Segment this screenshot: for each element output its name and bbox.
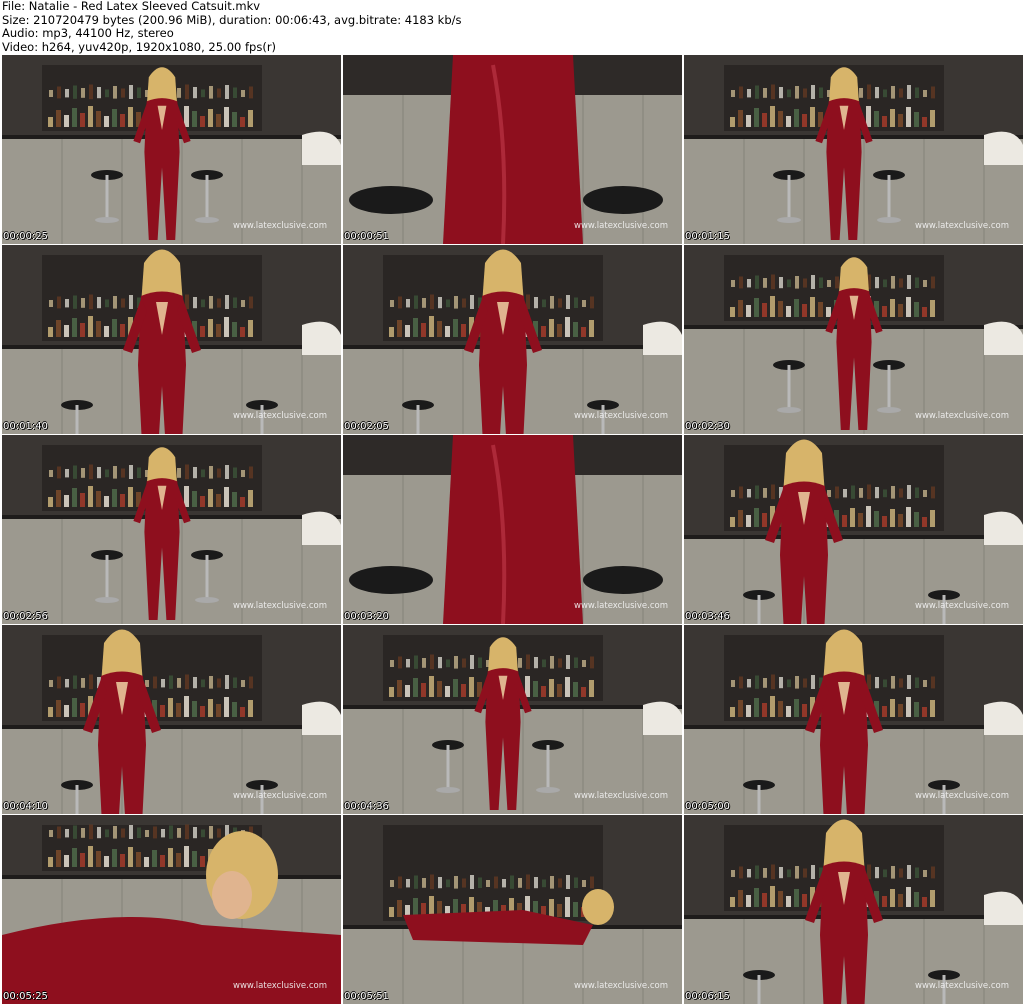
watermark: www.latexclusive.com: [574, 601, 668, 611]
thumbnail-image: [343, 55, 682, 244]
video-thumbnail: www.latexclusive.com 00:01:15: [684, 55, 1023, 244]
thumbnail-image: [684, 55, 1023, 244]
thumbnail-image: [684, 625, 1023, 814]
timestamp: 00:00:51: [344, 231, 389, 242]
timestamp: 00:04:10: [3, 801, 48, 812]
watermark: www.latexclusive.com: [915, 411, 1009, 421]
timestamp: 00:05:25: [3, 991, 48, 1002]
video-info: Video: h264, yuv420p, 1920x1080, 25.00 f…: [2, 39, 277, 54]
timestamp: 00:03:20: [344, 611, 389, 622]
file-name: File: Natalie - Red Latex Sleeved Catsui…: [2, 0, 261, 13]
timestamp: 00:05:00: [685, 801, 730, 812]
thumbnail-image: [343, 625, 682, 814]
timestamp: 00:01:15: [685, 231, 730, 242]
thumbnail-grid: www.latexclusive.com 00:00:25 www.latexclu…: [2, 55, 1023, 1005]
watermark: www.latexclusive.com: [574, 411, 668, 421]
timestamp: 00:04:36: [344, 801, 389, 812]
watermark: www.latexclusive.com: [915, 221, 1009, 231]
video-thumbnail: www.latexclusive.com 00:04:36: [343, 625, 682, 814]
thumbnail-image: [684, 435, 1023, 624]
thumbnail-image: [2, 815, 341, 1004]
thumbnail-image: [2, 245, 341, 434]
video-thumbnail: www.latexclusive.com 00:06:15: [684, 815, 1023, 1004]
video-thumbnail: www.latexclusive.com 00:05:25: [2, 815, 341, 1004]
timestamp: 00:01:40: [3, 421, 48, 432]
watermark: www.latexclusive.com: [574, 221, 668, 231]
thumbnail-image: [343, 245, 682, 434]
timestamp: 00:02:05: [344, 421, 389, 432]
timestamp: 00:05:51: [344, 991, 389, 1002]
video-thumbnail: www.latexclusive.com 00:02:56: [2, 435, 341, 624]
thumbnail-image: [2, 435, 341, 624]
thumbnail-image: [2, 625, 341, 814]
timestamp: 00:02:56: [3, 611, 48, 622]
watermark: www.latexclusive.com: [233, 601, 327, 611]
watermark: www.latexclusive.com: [915, 601, 1009, 611]
video-thumbnail: www.latexclusive.com 00:05:51: [343, 815, 682, 1004]
watermark: www.latexclusive.com: [233, 411, 327, 421]
watermark: www.latexclusive.com: [574, 981, 668, 991]
video-thumbnail: www.latexclusive.com 00:00:25: [2, 55, 341, 244]
watermark: www.latexclusive.com: [233, 981, 327, 991]
timestamp: 00:03:46: [685, 611, 730, 622]
audio-info: Audio: mp3, 44100 Hz, stereo: [2, 26, 174, 40]
thumbnail-image: [684, 245, 1023, 434]
watermark: www.latexclusive.com: [915, 981, 1009, 991]
thumbnail-image: [684, 815, 1023, 1004]
watermark: www.latexclusive.com: [233, 221, 327, 231]
file-info-header: File: Natalie - Red Latex Sleeved Catsui…: [2, 0, 1022, 54]
watermark: www.latexclusive.com: [233, 791, 327, 801]
thumbnail-image: [2, 55, 341, 244]
video-thumbnail: www.latexclusive.com 00:01:40: [2, 245, 341, 434]
file-size-info: Size: 210720479 bytes (200.96 MiB), dura…: [2, 12, 462, 27]
video-thumbnail: www.latexclusive.com 00:00:51: [343, 55, 682, 244]
video-thumbnail: www.latexclusive.com 00:04:10: [2, 625, 341, 814]
video-thumbnail: www.latexclusive.com 00:02:05: [343, 245, 682, 434]
video-thumbnail: www.latexclusive.com 00:02:30: [684, 245, 1023, 434]
video-thumbnail: www.latexclusive.com 00:03:20: [343, 435, 682, 624]
timestamp: 00:02:30: [685, 421, 730, 432]
timestamp: 00:06:15: [685, 991, 730, 1002]
watermark: www.latexclusive.com: [574, 791, 668, 801]
thumbnail-image: [343, 815, 682, 1004]
video-thumbnail: www.latexclusive.com 00:03:46: [684, 435, 1023, 624]
thumbnail-image: [343, 435, 682, 624]
watermark: www.latexclusive.com: [915, 791, 1009, 801]
timestamp: 00:00:25: [3, 231, 48, 242]
video-thumbnail: www.latexclusive.com 00:05:00: [684, 625, 1023, 814]
